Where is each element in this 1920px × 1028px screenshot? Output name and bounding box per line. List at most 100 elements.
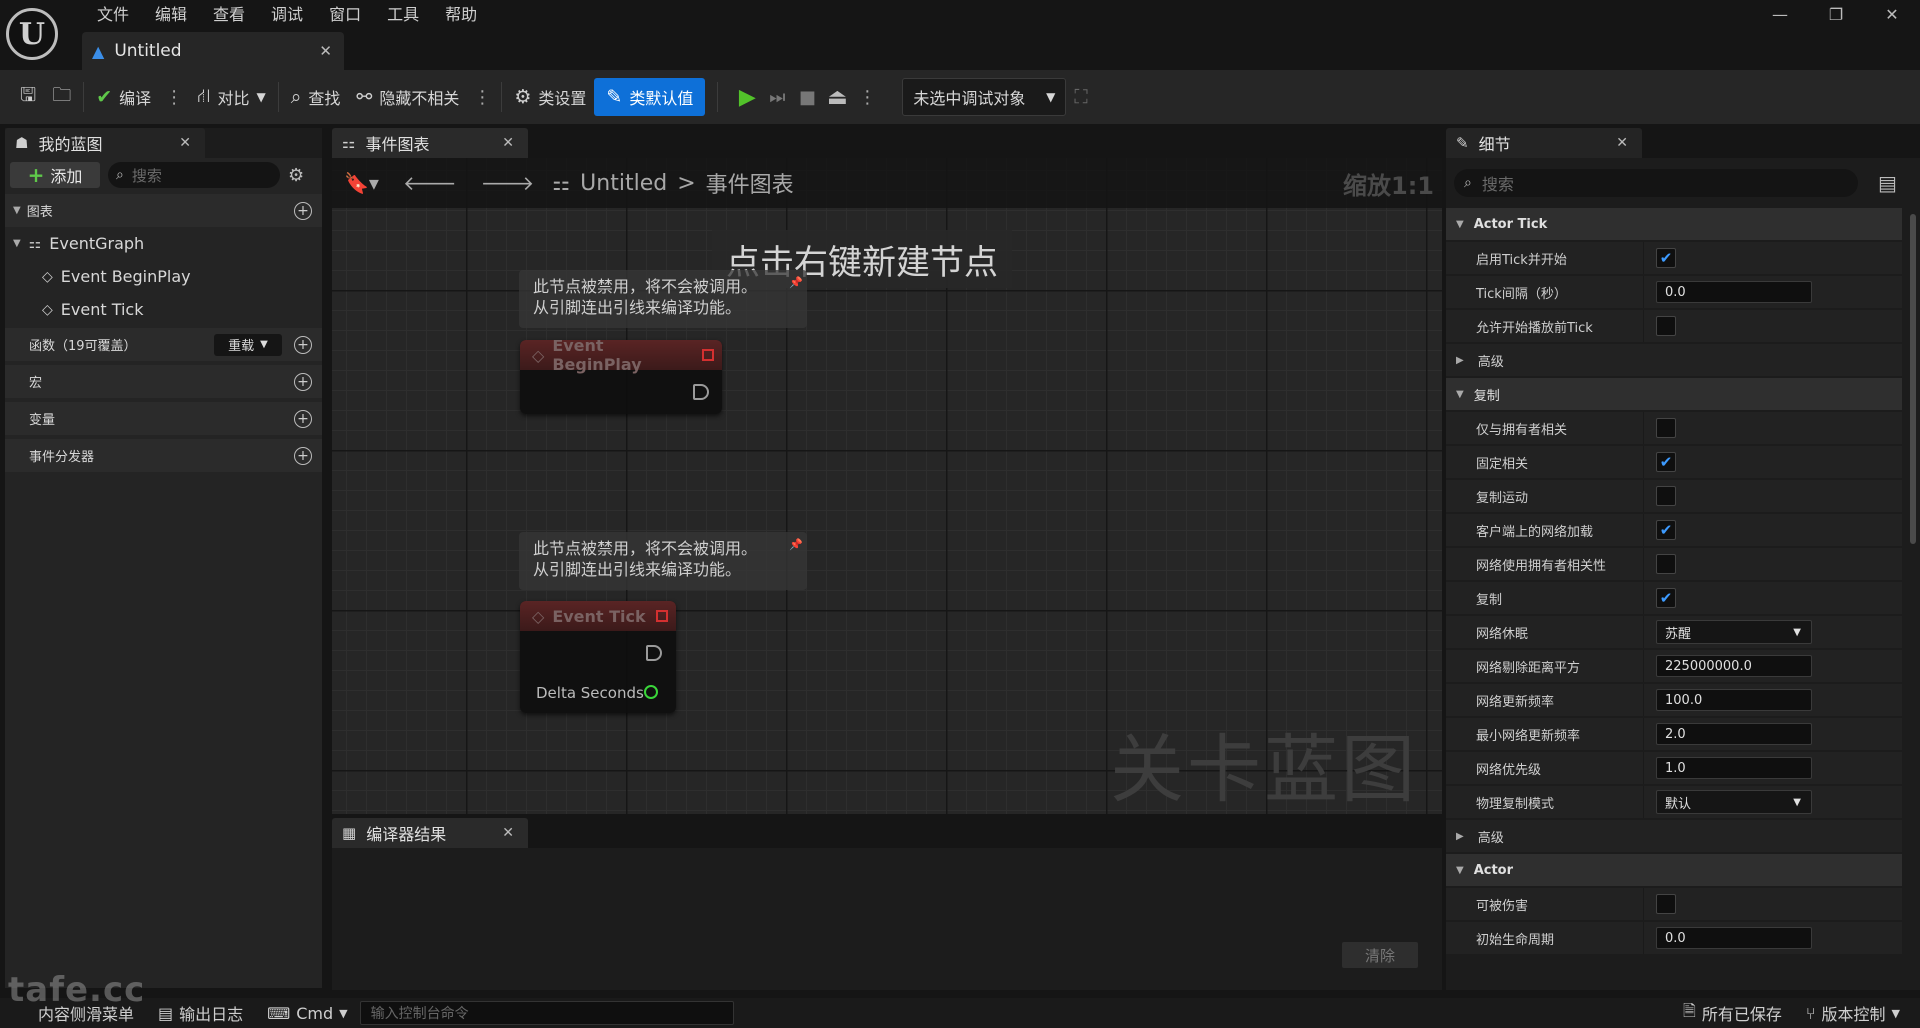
checkbox-unchecked[interactable] [1656, 418, 1676, 438]
section-actor[interactable]: ▼ Actor [1446, 854, 1902, 886]
checkbox-checked[interactable]: ✔ [1656, 248, 1676, 268]
gear-icon[interactable]: ⚙ [288, 165, 304, 186]
class-settings-button[interactable]: ⚙ 类设置 [506, 78, 594, 116]
number-field[interactable]: 225000000.0 [1656, 655, 1812, 677]
tree-item-event[interactable]: ◇ Event BeginPlay [5, 260, 322, 293]
save-button[interactable]: 🖫 [0, 78, 44, 116]
clear-button[interactable]: 清除 [1342, 942, 1418, 968]
menu-tools[interactable]: 工具 [374, 4, 432, 26]
more-options-icon[interactable]: ⋮ [467, 87, 497, 108]
add-circle-icon[interactable]: + [294, 372, 312, 391]
number-field[interactable]: 0.0 [1656, 927, 1812, 949]
pin-icon[interactable]: 📌 [789, 272, 803, 293]
checkbox-unchecked[interactable] [1656, 486, 1676, 506]
menu-edit[interactable]: 编辑 [142, 4, 200, 26]
advanced-subsection[interactable]: ▶ 高级 [1446, 344, 1902, 376]
console-input[interactable]: 输入控制台命令 [359, 1001, 734, 1025]
checkbox-unchecked[interactable] [1656, 316, 1676, 336]
add-circle-icon[interactable]: + [294, 446, 312, 465]
find-button[interactable]: ⌕ 查找 [283, 78, 349, 116]
section-actor-tick[interactable]: ▼ Actor Tick [1446, 208, 1902, 240]
variables-section[interactable]: 变量 + [5, 402, 322, 435]
checkbox-checked[interactable]: ✔ [1656, 588, 1676, 608]
add-circle-icon[interactable]: + [294, 201, 312, 220]
class-defaults-button[interactable]: ✎ 类默认值 [594, 78, 706, 116]
macros-section[interactable]: 宏 + [5, 365, 322, 398]
compiler-results-tab[interactable]: ▦ 编译器结果 ✕ [332, 818, 528, 848]
bookmark-icon[interactable]: 🔖▾ [332, 171, 391, 195]
table-view-icon[interactable]: ▤ [1878, 171, 1897, 195]
hide-unrelated-button[interactable]: ⚯ 隐藏不相关 [348, 78, 467, 116]
close-icon[interactable]: ✕ [502, 825, 514, 841]
details-tab[interactable]: ✎ 细节 ✕ [1446, 128, 1642, 158]
graphs-section[interactable]: ▼ 图表 + [5, 194, 322, 227]
close-tab-icon[interactable]: ✕ [319, 42, 332, 60]
source-control-button[interactable]: ⑂ 版本控制 ▼ [1794, 998, 1920, 1028]
step-button[interactable]: ⏭ [762, 78, 792, 116]
exec-pin-icon[interactable] [646, 645, 662, 661]
close-window-button[interactable]: ✕ [1864, 0, 1920, 28]
checkbox-checked[interactable]: ✔ [1656, 520, 1676, 540]
restore-button[interactable]: ❐ [1808, 0, 1864, 28]
functions-section[interactable]: 函数（19可覆盖） 重载 ▼ + [5, 328, 322, 361]
close-icon[interactable]: ✕ [502, 135, 514, 151]
compile-options-icon[interactable]: ⋮ [159, 87, 189, 108]
play-options-icon[interactable]: ⋮ [852, 87, 882, 108]
advanced-subsection[interactable]: ▶ 高级 [1446, 820, 1902, 852]
forward-arrow-icon[interactable]: 🡒 [469, 171, 547, 195]
eject-button[interactable]: ⏏ [822, 78, 852, 116]
menu-help[interactable]: 帮助 [432, 4, 490, 26]
diff-button[interactable]: ⛙ 对比 ▼ [189, 78, 274, 116]
back-arrow-icon[interactable]: 🡐 [391, 171, 469, 195]
browse-button[interactable]: 🗀 [44, 78, 79, 116]
minimize-button[interactable]: — [1752, 0, 1808, 28]
checkbox-unchecked[interactable] [1656, 894, 1676, 914]
pin-icon[interactable]: 📌 [789, 534, 803, 555]
physics-mode-select[interactable]: 默认 ▼ [1656, 790, 1812, 814]
event-graph-tab[interactable]: ⚏ 事件图表 ✕ [332, 128, 528, 158]
delegate-pin-icon[interactable] [656, 610, 668, 622]
number-field[interactable]: 0.0 [1656, 281, 1812, 303]
menu-window[interactable]: 窗口 [316, 4, 374, 26]
section-replication[interactable]: ▼ 复制 [1446, 378, 1902, 410]
stop-button[interactable]: ■ [792, 78, 822, 116]
exec-pin-icon[interactable] [693, 384, 709, 400]
output-log-button[interactable]: ▤ 输出日志 [146, 998, 255, 1028]
dormancy-select[interactable]: 苏醒 ▼ [1656, 620, 1812, 644]
details-search-input[interactable]: ⌕ 搜索 [1454, 169, 1858, 197]
menu-file[interactable]: 文件 [84, 4, 142, 26]
debug-browse-button[interactable]: ⛶ [1066, 78, 1095, 116]
cmd-dropdown[interactable]: ⌨ Cmd ▼ [255, 998, 359, 1028]
debug-target-select[interactable]: 未选中调试对象 ▼ [902, 78, 1067, 116]
checkbox-unchecked[interactable] [1656, 554, 1676, 574]
menu-debug[interactable]: 调试 [258, 4, 316, 26]
close-icon[interactable]: ✕ [1616, 135, 1628, 151]
number-field[interactable]: 1.0 [1656, 757, 1812, 779]
blueprint-search-input[interactable]: ⌕ 搜索 [108, 162, 280, 188]
checkbox-checked[interactable]: ✔ [1656, 452, 1676, 472]
unreal-logo-icon[interactable]: U [6, 8, 58, 60]
breadcrumb-leaf[interactable]: 事件图表 [706, 167, 794, 199]
add-circle-icon[interactable]: + [294, 335, 312, 354]
document-tab[interactable]: ▲ Untitled ✕ [82, 32, 344, 70]
compile-button[interactable]: ✔ 编译 [88, 78, 159, 116]
dispatchers-section[interactable]: 事件分发器 + [5, 439, 322, 472]
my-blueprint-tab[interactable]: ☗ 我的蓝图 ✕ [5, 128, 205, 158]
tree-item-eventgraph[interactable]: ▼ ⚏ EventGraph [5, 227, 322, 260]
close-icon[interactable]: ✕ [179, 135, 191, 151]
delegate-pin-icon[interactable] [702, 349, 714, 361]
play-button[interactable]: ▶ [732, 78, 762, 116]
details-scrollbar[interactable] [1910, 214, 1916, 544]
breadcrumb-root[interactable]: Untitled [580, 171, 667, 196]
tree-item-event[interactable]: ◇ Event Tick [5, 293, 322, 326]
float-pin-icon[interactable] [644, 685, 658, 699]
number-field[interactable]: 100.0 [1656, 689, 1812, 711]
add-button[interactable]: + 添加 [10, 162, 100, 188]
add-circle-icon[interactable]: + [294, 409, 312, 428]
menu-view[interactable]: 查看 [200, 4, 258, 26]
override-dropdown[interactable]: 重载 ▼ [214, 333, 282, 356]
event-beginplay-node[interactable]: ◇ Event BeginPlay [520, 340, 722, 414]
number-field[interactable]: 2.0 [1656, 723, 1812, 745]
event-tick-node[interactable]: ◇ Event Tick Delta Seconds [520, 601, 676, 713]
all-saved-button[interactable]: 🗎 所有已保存 [1671, 998, 1794, 1028]
